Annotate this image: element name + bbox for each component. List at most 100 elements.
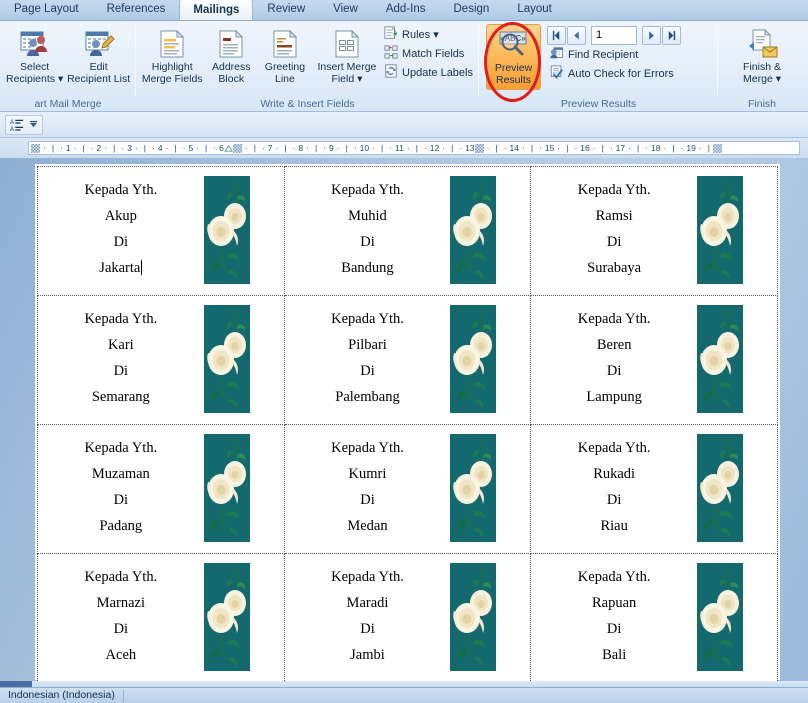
tab-page-layout[interactable]: Page Layout xyxy=(0,0,93,20)
label-cell-0-0[interactable]: Kepada Yth. Akup Di Jakarta xyxy=(37,166,285,296)
auto-check-errors-button[interactable]: Auto Check for Errors xyxy=(547,64,681,83)
recipient-name: Beren xyxy=(596,337,632,353)
horizontal-ruler[interactable]: · | · 1 · | · 2 · | · 3 · | · 4 · | · 5 · | · 6 · | · … xyxy=(0,138,808,158)
ruler-tick-5: 5 xyxy=(188,143,194,153)
finish-merge-icon xyxy=(745,27,779,61)
edit-recipient-list-button[interactable]: Edit Recipient List xyxy=(65,24,132,88)
preview-results-label-1: Preview xyxy=(494,62,533,74)
highlight-merge-fields-button[interactable]: Highlight Merge Fields xyxy=(140,24,204,88)
select-recipients-icon xyxy=(19,27,51,61)
ruler-tabstop[interactable] xyxy=(232,143,242,153)
recipient-name: Ramsi xyxy=(595,208,633,224)
label-cell-1-1[interactable]: Kepada Yth. Pilbari Di Palembang xyxy=(283,295,532,425)
address-block-button[interactable]: Address Block xyxy=(204,24,258,88)
tab-view[interactable]: View xyxy=(319,0,372,20)
label-cell-0-1[interactable]: Kepada Yth. Muhid Di Bandung xyxy=(283,166,532,296)
ribbon-body: Select Recipients ▾ Edit Recipient List … xyxy=(0,21,808,112)
label-heading: Kepada Yth. xyxy=(331,569,404,585)
label-text-1-2: Kepada Yth. Beren Di Lampung xyxy=(531,296,697,410)
ruler-tabstop[interactable] xyxy=(712,143,722,153)
recipient-city: Padang xyxy=(99,518,143,534)
group-label-write-insert: Write & Insert Fields xyxy=(260,98,355,110)
previous-record-button[interactable] xyxy=(567,26,586,45)
ruler-tick-19: 19 xyxy=(686,143,696,153)
table-row: Kepada Yth. Akup Di Jakarta Kepada Yth. … xyxy=(37,166,778,296)
preview-results-button[interactable]: «ABC» Preview Results xyxy=(486,24,541,90)
rose-image xyxy=(203,434,250,542)
finish-merge-button[interactable]: Finish & Merge ▾ xyxy=(729,24,795,88)
tab-references[interactable]: References xyxy=(93,0,180,20)
match-fields-button[interactable]: Match Fields xyxy=(382,44,475,63)
greeting-line-label-2: Line xyxy=(275,73,295,85)
find-recipient-button[interactable]: Find Recipient xyxy=(547,45,681,64)
word-window: Page Layout References Mailings Review V… xyxy=(0,0,808,703)
ruler-tabstop[interactable] xyxy=(31,143,40,153)
ruler-tick-15: 15 xyxy=(544,143,555,153)
label-cell-2-2[interactable]: Kepada Yth. Rukadi Di Riau xyxy=(530,424,778,554)
label-cell-3-0[interactable]: Kepada Yth. Marnazi Di Aceh xyxy=(37,553,285,683)
select-recipients-button[interactable]: Select Recipients ▾ xyxy=(4,24,65,88)
tab-review[interactable]: Review xyxy=(253,0,319,20)
label-heading: Kepada Yth. xyxy=(84,182,158,198)
paragraph-sort-button[interactable]: A A xyxy=(5,114,43,135)
label-heading: Kepada Yth. xyxy=(577,311,651,327)
label-di: Di xyxy=(360,492,375,508)
ruler-tabstop[interactable] xyxy=(474,143,484,153)
match-fields-label: Match Fields xyxy=(402,47,465,60)
indent-marker-icon xyxy=(223,144,233,152)
update-labels-button[interactable]: Update Labels xyxy=(382,63,475,82)
record-number-field[interactable]: 1 xyxy=(591,26,637,45)
recipient-city: Riau xyxy=(600,518,628,534)
status-bar: Indonesian (Indonesia) xyxy=(0,687,808,703)
label-di: Di xyxy=(113,234,129,250)
tab-add-ins[interactable]: Add-Ins xyxy=(372,0,440,20)
insert-merge-field-button[interactable]: Insert Merge Field ▾ xyxy=(312,24,382,88)
label-text-3-1: Kepada Yth. Maradi Di Jambi xyxy=(285,554,451,668)
rose-image xyxy=(697,563,743,671)
label-text-3-0: Kepada Yth. Marnazi Di Aceh xyxy=(38,554,204,668)
tab-layout[interactable]: Layout xyxy=(503,0,566,20)
label-cell-0-2[interactable]: Kepada Yth. Ramsi Di Surabaya xyxy=(530,166,778,296)
svg-text:A: A xyxy=(10,126,15,132)
label-cell-1-2[interactable]: Kepada Yth. Beren Di Lampung xyxy=(530,295,778,425)
label-heading: Kepada Yth. xyxy=(577,182,651,198)
tab-mailings[interactable]: Mailings xyxy=(179,0,254,20)
rose-image xyxy=(697,305,743,413)
document-page[interactable]: Kepada Yth. Akup Di Jakarta Kepada Yth. … xyxy=(35,164,780,683)
edit-recipient-list-icon xyxy=(83,27,115,61)
label-cell-2-1[interactable]: Kepada Yth. Kumri Di Medan xyxy=(283,424,532,554)
ruler-tick-8: 8 xyxy=(298,143,304,153)
address-block-label-1: Address xyxy=(211,61,251,73)
ruler-tick-16: 16 xyxy=(580,143,590,153)
recipient-city: Bandung xyxy=(341,260,394,276)
recipient-city: Medan xyxy=(347,518,388,534)
next-record-button[interactable] xyxy=(642,26,661,45)
language-indicator[interactable]: Indonesian (Indonesia) xyxy=(0,688,123,703)
label-cell-1-0[interactable]: Kepada Yth. Kari Di Semarang xyxy=(37,295,285,425)
recipient-name: Rapuan xyxy=(592,595,637,611)
recipient-city: Jakarta xyxy=(99,260,141,276)
first-record-button[interactable] xyxy=(547,26,566,45)
ruler-track[interactable]: · | · 1 · | · 2 · | · 3 · | · 4 · | · 5 · | · 6 · | · … xyxy=(28,141,800,155)
group-preview-results: «ABC» Preview Results 1 Find Recipient A… xyxy=(479,21,718,112)
ruler-ticks-2: · | · 7 · | · 8 · | · 9 · | · 10 · | · 11 · | · 12 ·… xyxy=(244,143,475,153)
ruler-tick-10: 10 xyxy=(359,143,370,153)
text-cursor xyxy=(141,260,143,275)
rules-button[interactable]: Rules ▾ xyxy=(382,25,475,44)
mailing-labels-table: Kepada Yth. Akup Di Jakarta Kepada Yth. … xyxy=(37,166,778,683)
label-text-2-2: Kepada Yth. Rukadi Di Riau xyxy=(531,425,697,539)
match-fields-icon xyxy=(384,45,398,62)
find-recipient-icon xyxy=(549,46,564,63)
greeting-line-button[interactable]: Greeting Line xyxy=(258,24,312,88)
recipient-city: Palembang xyxy=(335,389,400,405)
label-cell-3-1[interactable]: Kepada Yth. Maradi Di Jambi xyxy=(283,553,532,683)
group-finish: Finish & Merge ▾ Finish xyxy=(718,21,806,112)
rose-image xyxy=(697,434,743,542)
label-cell-3-2[interactable]: Kepada Yth. Rapuan Di Bali xyxy=(530,553,778,683)
edit-recipient-list-label-1: Edit xyxy=(89,61,108,73)
label-text-1-0: Kepada Yth. Kari Di Semarang xyxy=(38,296,204,410)
tab-design[interactable]: Design xyxy=(440,0,504,20)
label-cell-2-0[interactable]: Kepada Yth. Muzaman Di Padang xyxy=(37,424,285,554)
last-record-button[interactable] xyxy=(662,26,681,45)
recipient-name: Muzaman xyxy=(91,466,150,482)
